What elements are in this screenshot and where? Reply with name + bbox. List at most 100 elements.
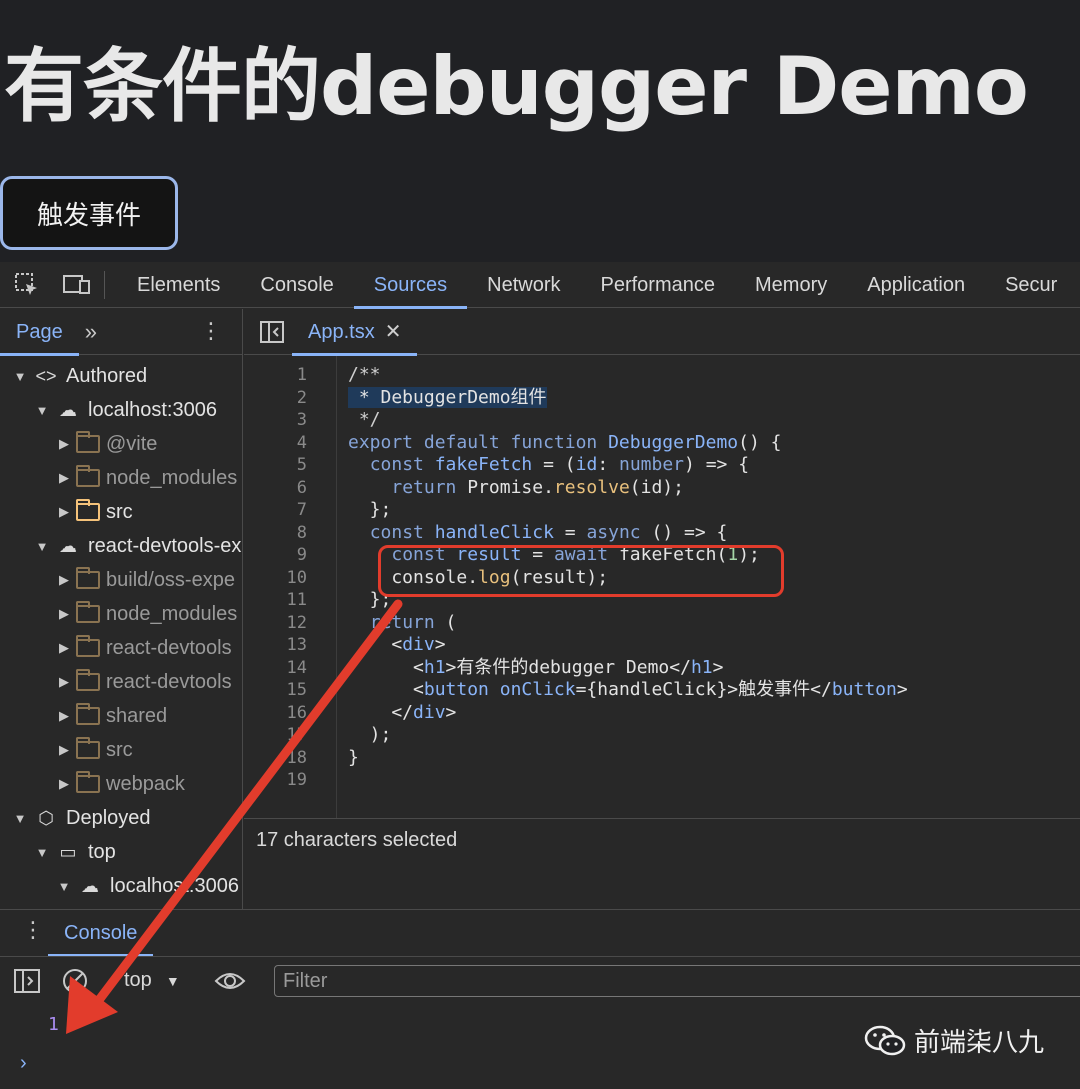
expand-right-icon[interactable]: ▶ xyxy=(56,640,72,656)
line-number[interactable]: 9 xyxy=(244,544,337,567)
folder-icon xyxy=(76,499,100,521)
expand-right-icon[interactable]: ▶ xyxy=(56,776,72,792)
expand-down-icon[interactable]: ▼ xyxy=(34,845,50,860)
sidebar-toggle-icon[interactable] xyxy=(14,969,40,998)
filter-input[interactable]: Filter xyxy=(274,965,1080,997)
line-number[interactable]: 15 xyxy=(244,679,337,702)
tab-application[interactable]: Application xyxy=(847,262,985,308)
context-selector[interactable]: top ▼ xyxy=(124,969,180,992)
line-number[interactable]: 5 xyxy=(244,454,337,477)
tab-elements[interactable]: Elements xyxy=(117,262,240,308)
tree-item-label: src xyxy=(106,738,133,761)
tree-item[interactable]: ▶ node_modules xyxy=(0,597,242,631)
code-area[interactable]: 1 2 3 4 5 6 7 8 9 10 11 12 13 14 15 16 17 18 19 /** * Debu… xyxy=(244,356,1080,818)
expand-down-icon[interactable]: ▼ xyxy=(56,879,72,894)
kebab-menu-icon[interactable]: ⋮ xyxy=(200,320,222,342)
line-number[interactable]: 6 xyxy=(244,477,337,500)
expand-right-icon[interactable]: ▶ xyxy=(56,606,72,622)
tree-item[interactable]: ▶ src xyxy=(0,733,242,767)
line-number[interactable]: 18 xyxy=(244,747,337,770)
line-number[interactable]: 4 xyxy=(244,432,337,455)
tree-item[interactable]: ▶ react-devtools xyxy=(0,665,242,699)
tab-console-drawer[interactable]: Console xyxy=(48,910,154,957)
line-number[interactable]: 12 xyxy=(244,612,337,635)
tree-item-label: webpack xyxy=(106,772,185,795)
line-number[interactable]: 11 xyxy=(244,589,337,612)
line-gutter: 1 2 3 4 5 6 7 8 9 10 11 12 13 14 15 16 17 18 19 xyxy=(244,356,337,818)
tree-item[interactable]: ▶ react-devtools xyxy=(0,631,242,665)
tree-item[interactable]: ▶ build/oss-expe xyxy=(0,563,242,597)
tree-item-label: Deployed xyxy=(66,806,151,829)
line-number[interactable]: 16 xyxy=(244,702,337,725)
tree-item[interactable]: ▼ ▭ top xyxy=(0,835,242,869)
tab-page[interactable]: Page xyxy=(0,309,79,356)
devtools-panel: Elements Console Sources Network Perform… xyxy=(0,262,1080,1089)
tab-security[interactable]: Secur xyxy=(985,262,1077,308)
trigger-event-button[interactable]: 触发事件 xyxy=(0,176,178,250)
tree-item[interactable]: ▼ ☁ localhost:3006 xyxy=(0,869,242,903)
expand-down-icon[interactable]: ▼ xyxy=(34,403,50,418)
line-number[interactable]: 17 xyxy=(244,724,337,747)
console-toolbar: top ▼ Filter xyxy=(0,956,1080,1004)
tree-item[interactable]: ▶ @vite xyxy=(0,427,242,461)
tree-item[interactable]: ▶ node_modules xyxy=(0,461,242,495)
tree-item-label: build/oss-expe xyxy=(106,568,235,591)
navigator-header: Page » ⋮ xyxy=(0,309,242,356)
tab-performance[interactable]: Performance xyxy=(581,262,736,308)
code-line: const handleClick = async () => { xyxy=(369,521,728,543)
line-number[interactable]: 3 xyxy=(244,409,337,432)
line-number[interactable]: 8 xyxy=(244,522,337,545)
code-line: return ( xyxy=(369,611,457,633)
screenshot-root: 有条件的debugger Demo 触发事件 Elements Console … xyxy=(0,0,1080,1089)
more-tabs-icon[interactable]: » xyxy=(85,319,97,345)
close-icon[interactable]: ✕ xyxy=(385,321,402,343)
watermark: 前端柒八九 xyxy=(864,1022,1044,1059)
expand-right-icon[interactable]: ▶ xyxy=(56,504,72,520)
tree-item-label: react-devtools xyxy=(106,636,232,659)
tab-network[interactable]: Network xyxy=(467,262,580,308)
console-prompt[interactable]: › xyxy=(20,1052,27,1075)
expand-right-icon[interactable]: ▶ xyxy=(56,436,72,452)
tree-item[interactable]: ▼ ⬡ Deployed xyxy=(0,801,242,835)
tab-console[interactable]: Console xyxy=(240,262,353,308)
eye-icon[interactable] xyxy=(214,969,246,998)
tree-item-label: react-devtools-ex xyxy=(88,534,242,557)
device-toolbar-icon[interactable] xyxy=(62,270,92,300)
line-number[interactable]: 1 xyxy=(244,364,337,387)
toggle-navigator-icon[interactable] xyxy=(260,321,284,348)
expand-down-icon[interactable]: ▼ xyxy=(12,811,28,826)
expand-down-icon[interactable]: ▼ xyxy=(12,369,28,384)
line-number[interactable]: 7 xyxy=(244,499,337,522)
tree-item[interactable]: ▶ webpack xyxy=(0,767,242,801)
tree-item[interactable]: ▼ <> Authored xyxy=(0,359,242,393)
tree-item[interactable]: ▶ src xyxy=(0,495,242,529)
inspect-element-icon[interactable] xyxy=(12,270,42,300)
expand-right-icon[interactable]: ▶ xyxy=(56,742,72,758)
file-tree: ▼ <> Authored ▼ ☁ localhost:3006 ▶ @vite ▶ node_m… xyxy=(0,355,242,903)
code-line: const fakeFetch = (id: number) => { xyxy=(369,454,750,475)
file-tab-app-tsx[interactable]: App.tsx ✕ xyxy=(292,309,418,356)
line-number[interactable]: 13 xyxy=(244,634,337,657)
expand-right-icon[interactable]: ▶ xyxy=(56,674,72,690)
expand-down-icon[interactable]: ▼ xyxy=(34,539,50,554)
line-number[interactable]: 10 xyxy=(244,567,337,590)
line-number[interactable]: 14 xyxy=(244,657,337,680)
expand-right-icon[interactable]: ▶ xyxy=(56,470,72,486)
expand-right-icon[interactable]: ▶ xyxy=(56,572,72,588)
line-number[interactable]: 2 xyxy=(244,387,337,410)
code-line: <h1>有条件的debugger Demo</h1> xyxy=(348,656,724,678)
console-output-value: 1 xyxy=(48,1014,59,1035)
tree-item[interactable]: ▶ shared xyxy=(0,699,242,733)
sources-navigator: Page » ⋮ ▼ <> Authored ▼ ☁ localhost:3006 ▶ @vi… xyxy=(0,309,243,909)
line-number[interactable]: 19 xyxy=(244,769,337,792)
expand-right-icon[interactable]: ▶ xyxy=(56,708,72,724)
code-line: </div> xyxy=(348,701,457,723)
tree-item-label: localhost:3006 xyxy=(110,874,239,897)
tree-item[interactable]: ▼ ☁ localhost:3006 xyxy=(0,393,242,427)
tab-memory[interactable]: Memory xyxy=(735,262,847,308)
selection-status: 17 characters selected xyxy=(244,818,1080,860)
tree-item[interactable]: ▼ ☁ react-devtools-ex xyxy=(0,529,242,563)
tab-sources[interactable]: Sources xyxy=(353,262,468,309)
clear-console-icon[interactable] xyxy=(62,968,88,999)
drawer-menu-icon[interactable]: ⋮ xyxy=(22,919,44,941)
